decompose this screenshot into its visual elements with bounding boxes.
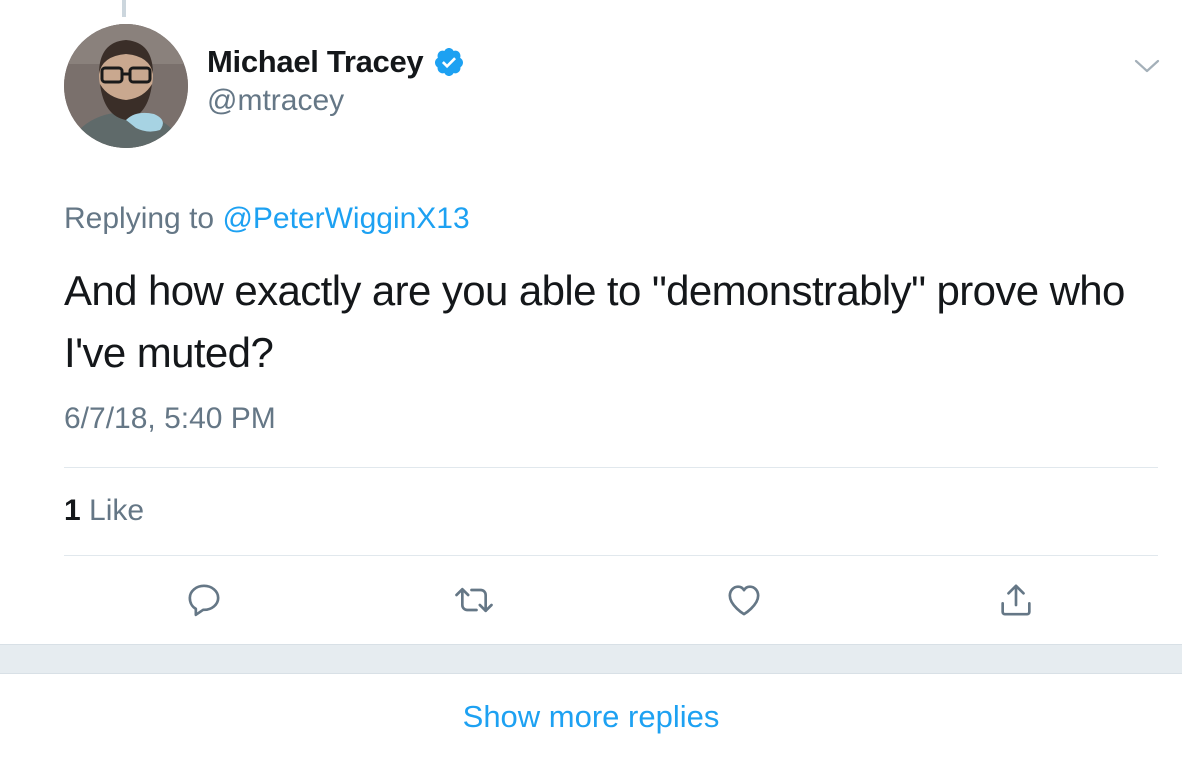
likes-stat[interactable]: 1 Like bbox=[64, 494, 144, 528]
author-display-name[interactable]: Michael Tracey bbox=[207, 44, 424, 80]
retweet-icon bbox=[455, 587, 493, 613]
share-icon bbox=[1001, 584, 1031, 616]
tweet-timestamp[interactable]: 6/7/18, 5:40 PM bbox=[64, 402, 276, 436]
divider bbox=[64, 467, 1158, 468]
show-more-replies-button[interactable]: Show more replies bbox=[0, 674, 1182, 760]
retweet-button[interactable] bbox=[452, 578, 496, 622]
tweet-text: And how exactly are you able to "demonst… bbox=[64, 267, 1125, 376]
author-handle[interactable]: @mtracey bbox=[207, 84, 344, 118]
avatar[interactable] bbox=[64, 24, 188, 148]
heart-icon bbox=[728, 585, 760, 616]
replying-to-mention-link[interactable]: @PeterWigginX13 bbox=[222, 202, 469, 235]
like-button[interactable] bbox=[722, 578, 766, 622]
author-row[interactable]: Michael Tracey bbox=[207, 42, 465, 82]
thread-connector-line bbox=[122, 0, 126, 17]
avatar-illustration bbox=[64, 24, 188, 148]
like-count: 1 bbox=[64, 494, 81, 527]
show-more-replies-label: Show more replies bbox=[462, 699, 720, 734]
share-button[interactable] bbox=[994, 578, 1038, 622]
section-separator bbox=[0, 644, 1182, 674]
reply-button[interactable] bbox=[182, 578, 226, 622]
divider bbox=[64, 555, 1158, 556]
replying-to-line: Replying to @PeterWigginX13 bbox=[64, 202, 470, 236]
replying-to-label: Replying to bbox=[64, 202, 215, 235]
reply-icon bbox=[188, 584, 220, 617]
verified-badge-icon bbox=[435, 48, 464, 76]
like-count-label: Like bbox=[89, 494, 145, 527]
chevron-down-icon[interactable] bbox=[1133, 56, 1161, 76]
